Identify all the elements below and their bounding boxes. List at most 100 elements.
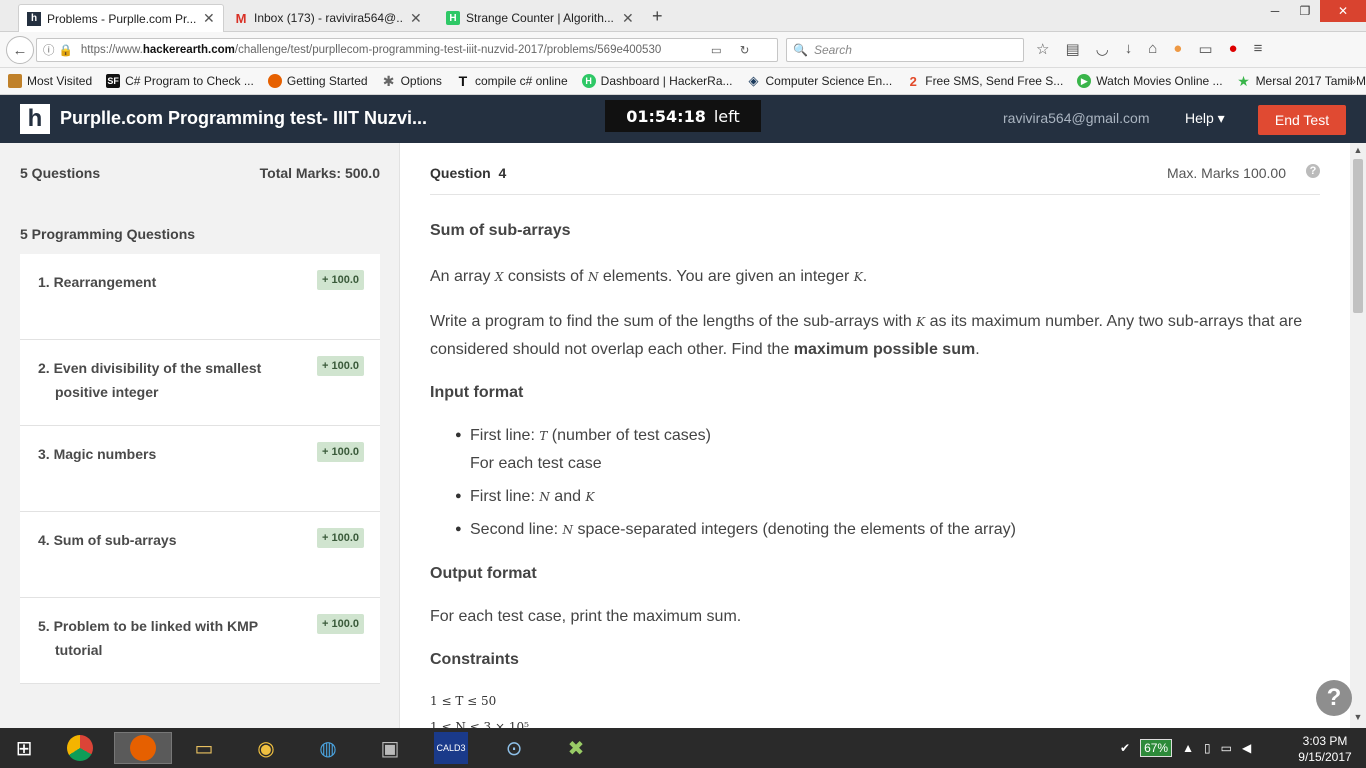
bookmark-free-sms[interactable]: 2 Free SMS, Send Free S... [906,74,1064,89]
search-input[interactable]: 🔍 Search [786,38,1024,62]
reload-icon[interactable]: ↻ [740,43,750,57]
bookmark-getting-started[interactable]: Getting Started [267,74,368,88]
marks-badge: + 100.0 [317,614,365,634]
close-tab-icon[interactable]: ✕ [410,10,422,27]
info-icon[interactable]: ⓘ [43,42,55,58]
question-label: 1. Rearrangement [38,274,157,290]
sync-icon[interactable]: ▭ [1198,40,1212,58]
tray-expand-icon[interactable]: ▲ [1182,741,1194,755]
minimize-icon[interactable]: ─ [1260,0,1290,22]
pocket-icon[interactable]: ◡ [1096,40,1109,58]
question-mark-icon[interactable]: ? [1306,164,1320,178]
page-scrollbar[interactable]: ▲ ▼ [1350,143,1366,728]
more-bookmarks-icon[interactable]: » [1349,74,1356,88]
help-question-icon[interactable]: ? [1316,680,1352,716]
new-tab-icon[interactable]: + [652,6,663,27]
scroll-up-icon[interactable]: ▲ [1350,145,1366,159]
browser-tab-inbox[interactable]: M Inbox (173) - ravivira564@... ✕ [226,4,436,32]
window-controls: ─ ❐ ✕ [1260,0,1366,22]
total-marks: Total Marks: 500.0 [259,165,380,181]
bookmark-watch-movies[interactable]: ▶ Watch Movies Online ... [1077,74,1223,88]
globe-app-icon[interactable]: ◍ [308,732,348,764]
firefox-icon [267,74,282,88]
question-item-1[interactable]: 1. Rearrangement + 100.0 [20,254,380,340]
security-shield-icon[interactable]: ✔ [1120,741,1130,755]
download-icon[interactable]: ↓ [1125,40,1133,58]
bookmark-label: C# Program to Check ... [125,74,254,88]
scrollbar-thumb[interactable] [1353,159,1363,313]
play-icon: ▶ [1077,74,1092,88]
text: For each test case [470,455,602,472]
list-item: First line: N and K [455,483,1325,511]
question-item-4[interactable]: 4. Sum of sub-arrays + 100.0 [20,512,380,598]
constraint-t: 1 ≤ T ≤ 50 [430,694,497,708]
cald3-app-icon[interactable]: CALD3 [434,732,468,764]
pikachu-app-icon[interactable]: ◉ [246,732,286,764]
help-dropdown[interactable]: Help ▾ [1185,110,1225,127]
system-clock[interactable]: 3:03 PM 9/15/2017 [1290,733,1360,765]
bookmark-compile-csharp[interactable]: Tcompile c# online [456,73,568,89]
battery-indicator[interactable]: 67% [1140,739,1173,757]
scroll-down-icon[interactable]: ▼ [1350,712,1366,726]
hackerearth-logo-icon[interactable]: h [20,104,50,134]
bookmark-csharp[interactable]: SF C# Program to Check ... [106,74,254,88]
search-icon: 🔍 [793,43,808,57]
questions-count: 5 Questions [20,165,101,181]
text: Second line: [470,521,563,538]
end-test-button[interactable]: End Test [1258,105,1346,135]
browser-tab-problems[interactable]: h Problems - Purplle.com Pr... ✕ [18,4,224,32]
countdown-timer: 01:54:18 left [605,100,761,132]
bookmark-computer-science[interactable]: ◈ Computer Science En... [747,73,893,88]
question-item-5[interactable]: 5. Problem to be linked with KMP tutoria… [20,598,380,684]
close-tab-icon[interactable]: ✕ [203,10,215,27]
menu-icon[interactable]: ≡ [1254,40,1263,58]
file-explorer-icon[interactable]: ▭ [184,732,224,764]
close-tab-icon[interactable]: ✕ [622,10,634,27]
url-text: https://www.hackerearth.com/challenge/te… [80,44,662,56]
output-format-text: For each test case, print the maximum su… [430,608,742,625]
questions-sidebar: 5 Questions Total Marks: 500.0 5 Program… [0,143,400,728]
firefox-icon[interactable] [114,732,172,764]
input-format-heading: Input format [430,384,524,401]
user-email[interactable]: ravivira564@gmail.com [1003,110,1149,126]
text: An array [430,268,495,285]
text: Write a program to find the sum of the l… [430,313,917,330]
device-icon[interactable]: ▯ [1204,741,1211,755]
home-icon[interactable]: ⌂ [1148,40,1157,58]
volume-muted-icon[interactable]: ◀ [1242,741,1251,755]
bookmark-options[interactable]: ✱ Options [382,73,442,89]
text: . [975,341,980,358]
library-icon[interactable]: ▤ [1065,40,1079,58]
bookmark-label: Free SMS, Send Free S... [925,74,1064,88]
windows-start-icon[interactable]: ⊞ [4,732,44,764]
adblock-icon[interactable]: ● [1229,40,1238,58]
question-item-3[interactable]: 3. Magic numbers + 100.0 [20,426,380,512]
app-header: h Purplle.com Programming test- IIIT Nuz… [0,95,1366,143]
network-icon[interactable]: ▭ [1221,741,1232,755]
bookmark-hackerrank-dashboard[interactable]: H Dashboard | HackerRa... [581,74,733,88]
magnifier-app-icon[interactable]: ⊙ [494,732,534,764]
bookmark-star-icon[interactable]: ☆ [1036,40,1049,58]
browser-tab-strange-counter[interactable]: H Strange Counter | Algorith... ✕ [438,4,644,32]
close-window-icon[interactable]: ✕ [1320,0,1366,22]
sf-icon: SF [106,74,121,88]
problem-title: Sum of sub-arrays [430,222,571,239]
question-item-2[interactable]: 2. Even divisibility of the smallest pos… [20,340,380,426]
math-var: K [585,490,595,504]
bookmark-mersal[interactable]: ★Mersal 2017 Tamil Mo... [1237,73,1366,89]
bookmark-most-visited[interactable]: Most Visited [8,74,92,88]
back-arrow-icon[interactable]: ← [6,36,34,64]
x-app-icon[interactable]: ✖ [556,732,596,764]
restore-icon[interactable]: ❐ [1290,0,1320,22]
chrome-icon[interactable] [60,732,100,764]
windows-taskbar: ⊞ ▭ ◉ ◍ ▣ CALD3 ⊙ ✖ ✔ 67% ▲ ▯ ▭ ◀ 3:03 P… [0,728,1366,768]
text: . [862,268,868,285]
input-format-list: First line: T (number of test cases) For… [430,422,1325,544]
address-bar[interactable]: ⓘ 🔒 https://www.hackerearth.com/challeng… [36,38,778,62]
extension-icon[interactable]: ● [1173,40,1182,58]
list-item: First line: T (number of test cases) For… [455,422,1325,477]
reader-view-icon[interactable]: ▭ [711,43,722,57]
math-var: K [916,315,926,329]
bookmarks-bar: Most Visited SF C# Program to Check ... G… [0,68,1366,95]
computer-app-icon[interactable]: ▣ [370,732,410,764]
